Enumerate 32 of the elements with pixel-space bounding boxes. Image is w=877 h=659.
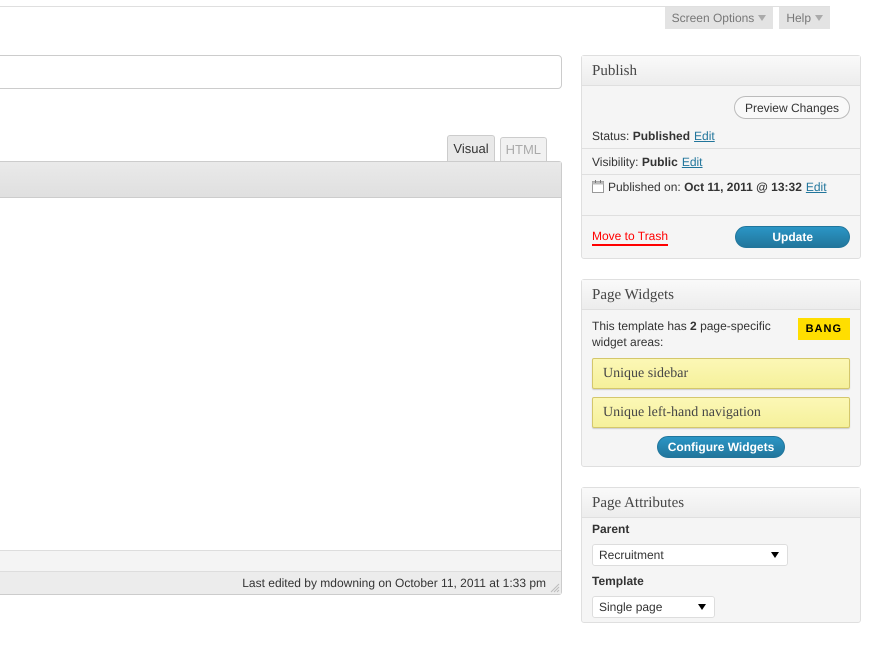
caret-icon bbox=[771, 552, 779, 558]
edit-link[interactable]: Edit bbox=[694, 128, 715, 142]
move-to-trash-link[interactable]: Move to Trash bbox=[592, 228, 668, 246]
panel-title: Page Attributes bbox=[582, 488, 860, 518]
panel-title: Publish bbox=[582, 56, 860, 86]
caret-icon bbox=[815, 15, 823, 21]
screen-meta-tab[interactable]: Screen Options bbox=[664, 7, 774, 29]
configure-widgets-button[interactable]: Configure Widgets bbox=[656, 436, 786, 458]
field-label: Template bbox=[592, 574, 645, 588]
field-label: Parent bbox=[592, 522, 630, 536]
dropdown-select[interactable]: Recruitment bbox=[592, 544, 788, 566]
update-button[interactable]: Update bbox=[735, 226, 850, 248]
preview-changes-button[interactable]: Preview Changes bbox=[734, 96, 850, 119]
last-edited-text: Last edited by mdowning on October 11, 2011 at 1:33 pm bbox=[242, 576, 546, 590]
dropdown-select[interactable]: Single page bbox=[592, 596, 715, 618]
resize-handle-icon[interactable] bbox=[550, 583, 560, 593]
caret-icon bbox=[698, 604, 706, 610]
screen-meta-tab[interactable]: Help bbox=[779, 7, 830, 29]
widget-area-item[interactable]: Unique left-hand navigation bbox=[592, 397, 850, 428]
publish-info-text: Published on: Oct 11, 2011 @ 13:32 bbox=[608, 180, 802, 194]
edit-link[interactable]: Edit bbox=[806, 180, 827, 194]
widget-area-item[interactable]: Unique sidebar bbox=[592, 358, 850, 389]
title-field[interactable] bbox=[0, 55, 562, 89]
panel-title: Page Widgets bbox=[582, 280, 860, 310]
publish-info-text: Status: Published bbox=[592, 128, 690, 142]
editor-tab[interactable]: Visual bbox=[447, 135, 495, 161]
publish-info-text: Visibility: Public bbox=[592, 154, 678, 168]
widgets-description: This template has 2 page-specific widget areas: bbox=[592, 318, 772, 350]
logo-badge: BANG bbox=[798, 318, 850, 340]
caret-icon bbox=[758, 15, 766, 21]
calendar-icon bbox=[592, 180, 604, 193]
edit-link[interactable]: Edit bbox=[682, 154, 703, 168]
